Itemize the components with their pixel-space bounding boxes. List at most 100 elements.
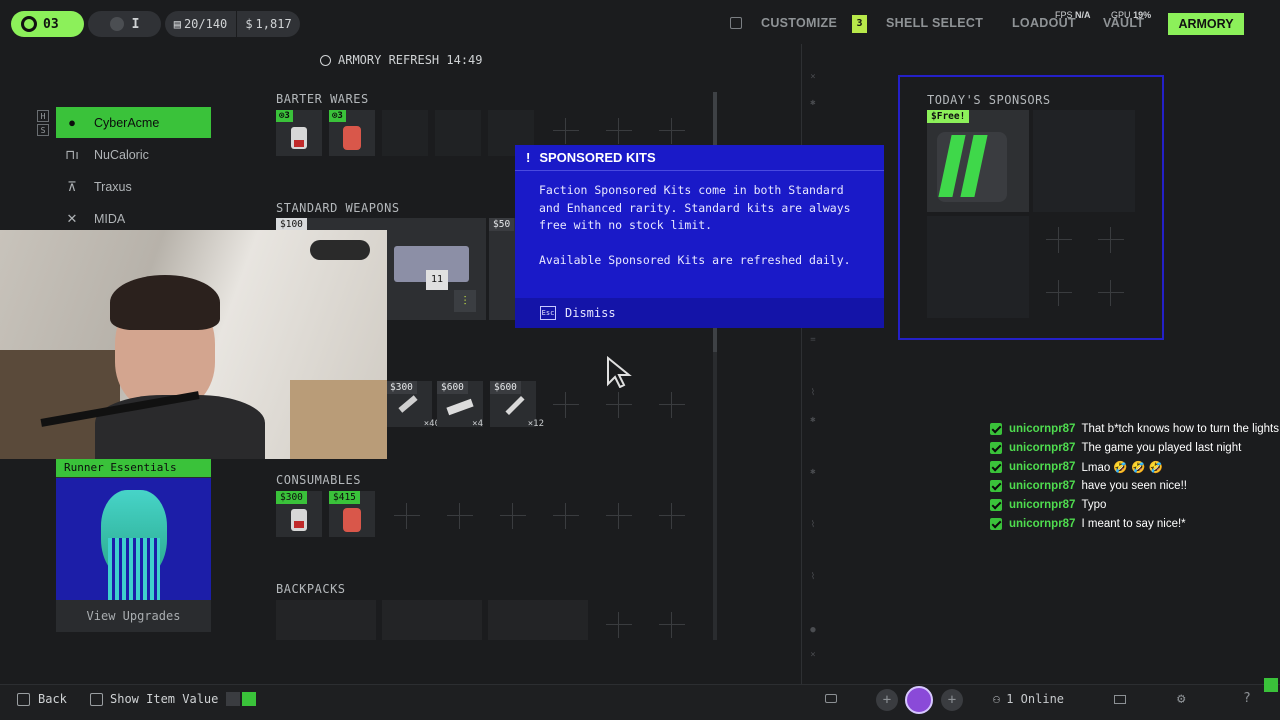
sponsor-kit-locked[interactable]	[927, 216, 1029, 318]
player-avatar[interactable]	[905, 686, 933, 714]
empty-slot	[553, 392, 579, 418]
runner-icon	[21, 16, 37, 32]
chat-message: unicornpr87 Lmao 🤣 🤣 🤣	[990, 458, 1163, 476]
online-count[interactable]: ⚇ 1 Online	[993, 692, 1064, 706]
dismiss-button[interactable]: Esc Dismiss	[515, 298, 884, 328]
cyberacme-icon: ●	[68, 115, 76, 130]
back-key-icon	[17, 692, 30, 706]
show-item-value-toggle[interactable]: Show Item Value	[90, 692, 257, 706]
barter-item-locked[interactable]	[435, 110, 481, 156]
empty-slot	[606, 392, 632, 418]
faction-traxus[interactable]: ⊼ Traxus	[56, 171, 211, 202]
chat-message: unicornpr87 have you seen nice!!	[990, 477, 1187, 495]
backpack-item[interactable]	[276, 600, 376, 640]
verified-icon	[990, 499, 1002, 511]
backpack-item[interactable]	[488, 600, 588, 640]
empty-slot	[553, 118, 579, 144]
mail-icon[interactable]	[1114, 695, 1126, 704]
empty-slot	[606, 612, 632, 638]
webcam-overlay	[0, 230, 387, 459]
upgrades-image	[56, 478, 211, 600]
traxus-icon: ⊼	[67, 178, 77, 194]
empty-slot	[447, 503, 473, 529]
consumables-title: CONSUMABLES	[276, 473, 361, 487]
chat-message: unicornpr87 Typo	[990, 496, 1106, 514]
empty-slot	[659, 612, 685, 638]
credits-badge: $1,817	[237, 11, 300, 37]
backpack-item[interactable]	[382, 600, 482, 640]
modal-header: ! SPONSORED KITS	[515, 145, 884, 171]
free-tag: $Free!	[927, 110, 970, 123]
faction-cyberacme[interactable]: ● CyberAcme	[56, 107, 211, 138]
mida-icon: ✕	[66, 210, 78, 226]
weapon-card[interactable]: $50	[489, 218, 515, 320]
barter-item[interactable]: ⊙3	[329, 110, 375, 156]
barter-item[interactable]: ⊙3	[276, 110, 322, 156]
help-icon[interactable]: ?	[1243, 691, 1251, 706]
empty-slot	[1098, 227, 1124, 253]
nav-armory[interactable]: ARMORY	[1168, 13, 1244, 35]
empty-slot	[606, 118, 632, 144]
standard-weapons-title: STANDARD WEAPONS	[276, 201, 400, 215]
credit-icon: $	[245, 17, 253, 31]
rank-icon	[109, 17, 124, 31]
friends-icon: ⚇	[993, 692, 1001, 706]
empty-slot	[394, 503, 420, 529]
toggle-on-icon	[242, 692, 257, 706]
key-icon	[90, 692, 103, 706]
sponsors-title: TODAY'S SPONSORS	[927, 93, 1051, 107]
chat-message: unicornpr87 I meant to say nice!*	[990, 515, 1186, 533]
consumable-item[interactable]: $300	[276, 491, 322, 537]
empty-slot	[659, 503, 685, 529]
alert-icon: !	[526, 150, 531, 165]
faction-key-h: H	[37, 110, 49, 122]
level-badge[interactable]: 03	[11, 11, 84, 37]
verified-icon	[990, 480, 1002, 492]
esc-key-icon: Esc	[540, 306, 556, 320]
vault-icon: ▤	[173, 17, 181, 31]
faction-key-s: S	[37, 124, 49, 136]
stream-badge-icon	[1264, 678, 1278, 692]
ammo-item[interactable]: $600 ×12	[490, 381, 544, 429]
mouse-cursor-icon	[607, 356, 632, 388]
perf-overlay: FPS N/A GPU 19%	[1055, 10, 1152, 20]
customize-badge: 3	[852, 15, 867, 33]
verified-icon	[990, 423, 1002, 435]
upgrades-title: Runner Essentials	[56, 459, 211, 477]
panel-divider	[801, 44, 802, 684]
empty-slot	[500, 503, 526, 529]
sponsor-kit-locked[interactable]	[1033, 110, 1135, 212]
ammo-item[interactable]: $300 ×40	[386, 381, 440, 429]
verified-icon	[990, 461, 1002, 473]
verified-icon	[990, 442, 1002, 454]
settings-icon[interactable]: ⚙	[1177, 691, 1185, 707]
view-upgrades-button[interactable]: View Upgrades	[56, 606, 211, 626]
party-slot-add[interactable]: +	[941, 689, 963, 711]
chat-message: unicornpr87 That b*tch knows how to turn …	[990, 420, 1280, 438]
verified-icon	[990, 518, 1002, 530]
consumable-item[interactable]: $415	[329, 491, 375, 537]
upgrades-card[interactable]: Runner Essentials View Upgrades	[56, 459, 211, 632]
chat-message: unicornpr87 The game you played last nigh…	[990, 439, 1241, 457]
backpacks-title: BACKPACKS	[276, 582, 346, 596]
sponsor-kit-free[interactable]: $Free!	[927, 110, 1029, 212]
empty-slot	[1098, 280, 1124, 306]
chat-icon[interactable]	[825, 694, 837, 703]
empty-slot	[606, 503, 632, 529]
empty-slot	[553, 503, 579, 529]
empty-slot	[659, 392, 685, 418]
faction-nucaloric[interactable]: ⊓ı NuCaloric	[56, 139, 211, 170]
sponsored-kits-modal: ! SPONSORED KITS Faction Sponsored Kits …	[515, 145, 884, 328]
nav-shell-select[interactable]: SHELL SELECT	[886, 16, 983, 30]
level-value: 03	[43, 16, 59, 32]
rank-badge[interactable]: I	[88, 11, 161, 37]
barter-item-locked[interactable]	[382, 110, 428, 156]
party-slot-add[interactable]: +	[876, 689, 898, 711]
sponsors-panel: TODAY'S SPONSORS $Free!	[898, 75, 1164, 340]
capacity-badge: ▤ 20/140	[165, 11, 236, 37]
ammo-item[interactable]: $600 ×4	[437, 381, 483, 429]
back-button[interactable]: Back	[17, 692, 67, 706]
empty-slot	[1046, 227, 1072, 253]
nav-customize[interactable]: CUSTOMIZE	[761, 16, 837, 30]
modal-title: SPONSORED KITS	[539, 150, 656, 165]
